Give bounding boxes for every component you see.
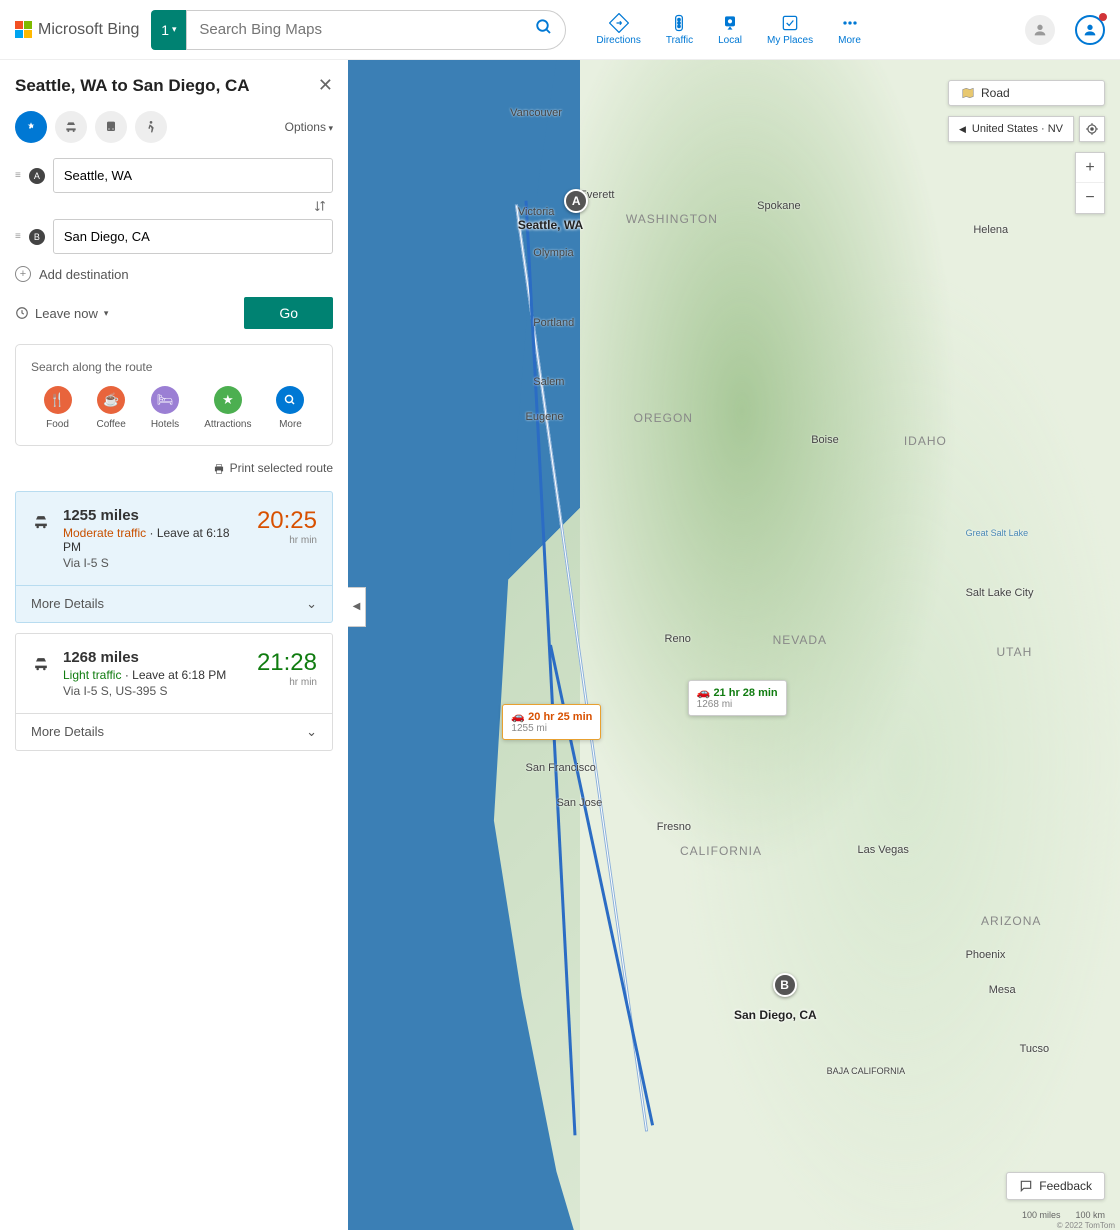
- route-duration: 20:25: [257, 507, 317, 535]
- location-breadcrumb[interactable]: ◀ United States · NV: [948, 116, 1074, 142]
- zoom-in-button[interactable]: +: [1076, 153, 1104, 183]
- nav-directions[interactable]: Directions: [596, 13, 640, 46]
- route-tooltip-alt[interactable]: 🚗 21 hr 28 min 1268 mi: [688, 680, 787, 716]
- more-details-toggle[interactable]: More Details ⌄: [16, 585, 332, 622]
- directions-panel: Seattle, WA to San Diego, CA ✕ Options: [0, 60, 348, 1230]
- route-duration: 21:28: [257, 649, 317, 677]
- map-marker-b[interactable]: B: [773, 973, 797, 997]
- locate-me-button[interactable]: [1079, 116, 1105, 142]
- hotel-icon: 🛏: [151, 386, 179, 414]
- search-input[interactable]: [199, 21, 535, 38]
- bing-logo[interactable]: Microsoft Bing: [15, 21, 139, 39]
- map-canvas[interactable]: A Seattle, WA B San Diego, CA Vancouver …: [348, 60, 1120, 1230]
- search-scope-dropdown[interactable]: 1: [151, 10, 186, 50]
- route-tooltip-primary[interactable]: 🚗 20 hr 25 min 1255 mi: [502, 704, 601, 740]
- map-marker-a[interactable]: A: [564, 189, 588, 213]
- search-route-title: Search along the route: [31, 360, 317, 374]
- drag-handle-icon[interactable]: ≡: [15, 170, 21, 181]
- route-distance: 1268 miles: [63, 649, 245, 666]
- category-coffee[interactable]: ☕ Coffee: [97, 386, 126, 430]
- waypoint-b-marker: B: [29, 229, 45, 245]
- attractions-icon: ★: [214, 386, 242, 414]
- search-along-route-card: Search along the route 🍴 Food ☕ Coffee 🛏…: [15, 344, 333, 446]
- food-icon: 🍴: [44, 386, 72, 414]
- nav-more[interactable]: More: [838, 13, 861, 46]
- waypoint-a-marker: A: [29, 168, 45, 184]
- feedback-button[interactable]: Feedback: [1006, 1172, 1105, 1200]
- category-more[interactable]: More: [276, 386, 304, 430]
- search-icon[interactable]: [535, 18, 553, 41]
- print-route-link[interactable]: Print selected route: [15, 461, 333, 476]
- waypoint-b-input[interactable]: [53, 219, 333, 254]
- marker-a-label: Seattle, WA: [518, 218, 583, 232]
- leave-now-dropdown[interactable]: Leave now: [15, 306, 108, 321]
- zoom-out-button[interactable]: −: [1076, 183, 1104, 213]
- route-option-2[interactable]: 1268 miles Light traffic · Leave at 6:18…: [15, 633, 333, 751]
- route-title: Seattle, WA to San Diego, CA: [15, 76, 250, 96]
- plus-icon: +: [15, 266, 31, 282]
- more-details-toggle[interactable]: More Details ⌄: [16, 713, 332, 750]
- go-button[interactable]: Go: [244, 297, 333, 329]
- marker-b-label: San Diego, CA: [734, 1008, 817, 1022]
- map-style-selector[interactable]: Road: [948, 80, 1105, 106]
- route-via: Via I-5 S, US-395 S: [63, 684, 245, 698]
- nav-local[interactable]: Local: [718, 13, 742, 46]
- search-box: [186, 10, 566, 50]
- coffee-icon: ☕: [97, 386, 125, 414]
- category-food[interactable]: 🍴 Food: [44, 386, 72, 430]
- swap-waypoints-icon[interactable]: [15, 198, 333, 214]
- add-destination-button[interactable]: + Add destination: [15, 266, 333, 282]
- category-hotels[interactable]: 🛏 Hotels: [151, 386, 179, 430]
- close-icon[interactable]: ✕: [318, 75, 333, 96]
- route-distance: 1255 miles: [63, 507, 245, 524]
- copyright-text: © 2022 TomTom: [1057, 1221, 1115, 1230]
- map-icon: [961, 86, 975, 100]
- crosshair-icon: [1085, 122, 1099, 136]
- waypoint-a-input[interactable]: [53, 158, 333, 193]
- account-avatar[interactable]: [1025, 15, 1055, 45]
- chevron-down-icon: ⌄: [306, 724, 317, 740]
- options-link[interactable]: Options: [285, 120, 333, 134]
- microsoft-logo-icon: [15, 21, 32, 38]
- car-icon: [31, 512, 51, 570]
- category-attractions[interactable]: ★ Attractions: [204, 386, 251, 430]
- more-search-icon: [276, 386, 304, 414]
- mode-driving[interactable]: [15, 111, 47, 143]
- mode-car[interactable]: [55, 111, 87, 143]
- route-via: Via I-5 S: [63, 556, 245, 570]
- collapse-panel-button[interactable]: ◀: [348, 587, 366, 627]
- mode-transit[interactable]: [95, 111, 127, 143]
- chevron-down-icon: ⌄: [306, 596, 317, 612]
- nav-my-places[interactable]: My Places: [767, 13, 813, 46]
- drag-handle-icon[interactable]: ≡: [15, 231, 21, 242]
- scale-bar: 100 miles 100 km: [1022, 1210, 1105, 1220]
- car-icon: [31, 654, 51, 698]
- notifications-avatar[interactable]: [1075, 15, 1105, 45]
- chat-icon: [1019, 1179, 1033, 1193]
- nav-traffic[interactable]: Traffic: [666, 13, 693, 46]
- route-option-1[interactable]: 1255 miles Moderate traffic · Leave at 6…: [15, 491, 333, 623]
- mode-walking[interactable]: [135, 111, 167, 143]
- logo-text: Microsoft Bing: [38, 21, 139, 39]
- header: Microsoft Bing 1 Directions Traffic Loca…: [0, 0, 1120, 60]
